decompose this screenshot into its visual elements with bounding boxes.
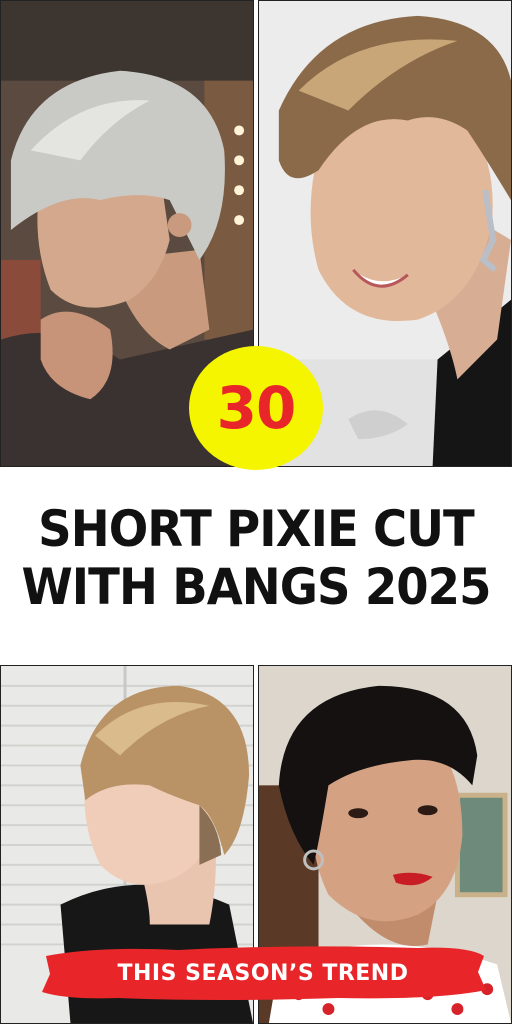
title-line-2: WITH BANGS 2025: [21, 558, 491, 616]
badge-number: 30: [216, 374, 297, 442]
number-badge: 30: [191, 348, 321, 468]
page-title: SHORT PIXIE CUT WITH BANGS 2025: [18, 500, 494, 616]
banner-label: THIS SEASON’S TREND: [117, 960, 409, 986]
title-line-1: SHORT PIXIE CUT: [38, 500, 475, 558]
trend-banner: THIS SEASON’S TREND: [38, 942, 488, 1004]
